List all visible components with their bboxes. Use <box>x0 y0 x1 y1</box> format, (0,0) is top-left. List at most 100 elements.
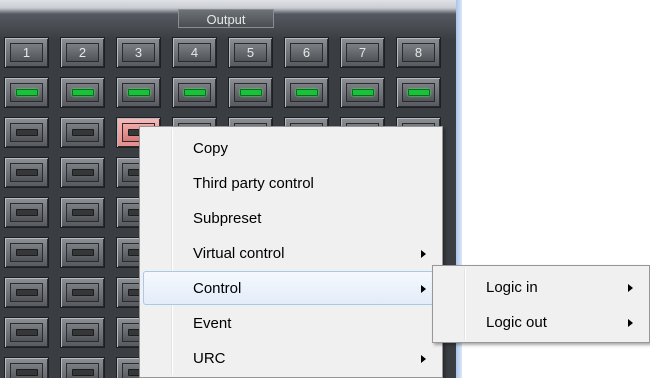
led-off-indicator <box>15 129 38 136</box>
matrix-cell[interactable] <box>60 117 105 148</box>
cell-frame <box>66 203 99 222</box>
menu-item-label: Logic in <box>486 279 538 296</box>
output-column-6-frame: 6 <box>290 43 323 62</box>
led-on-indicator <box>127 89 150 96</box>
output-column-2-button[interactable]: 2 <box>60 37 105 68</box>
led-off-indicator <box>15 289 38 296</box>
output-column-3-frame: 3 <box>122 43 155 62</box>
menu-item-logic-in[interactable]: Logic in <box>436 270 646 304</box>
matrix-cell[interactable] <box>4 237 49 268</box>
led-off-indicator <box>15 249 38 256</box>
control-submenu: Logic in Logic out <box>432 265 650 343</box>
matrix-cell[interactable] <box>4 157 49 188</box>
led-on-indicator <box>351 89 374 96</box>
matrix-cell[interactable] <box>4 197 49 228</box>
output-column-1-button[interactable]: 1 <box>4 37 49 68</box>
cell-frame <box>402 83 435 102</box>
led-off-indicator <box>71 249 94 256</box>
menu-item-label: URC <box>193 350 226 367</box>
submenu-arrow-icon <box>628 284 633 292</box>
output-status-cell[interactable] <box>284 77 329 108</box>
menu-item-label: Event <box>193 315 232 332</box>
cell-frame <box>10 163 43 182</box>
output-column-number: 3 <box>134 45 143 60</box>
output-column-number: 8 <box>414 45 423 60</box>
cell-frame <box>66 83 99 102</box>
menu-item-label: Virtual control <box>193 245 285 262</box>
menu-item-subpreset[interactable]: Subpreset <box>143 201 439 235</box>
output-status-cell[interactable] <box>4 77 49 108</box>
matrix-cell[interactable] <box>60 277 105 308</box>
output-status-cell[interactable] <box>116 77 161 108</box>
cell-frame <box>10 363 43 378</box>
matrix-cell[interactable] <box>60 157 105 188</box>
output-column-7-button[interactable]: 7 <box>340 37 385 68</box>
led-on-indicator <box>71 89 94 96</box>
menu-item-label: Subpreset <box>193 210 262 227</box>
output-column-number: 5 <box>246 45 255 60</box>
cell-frame <box>10 283 43 302</box>
output-column-8-frame: 8 <box>402 43 435 62</box>
cell-frame <box>290 83 323 102</box>
submenu-arrow-icon <box>628 319 633 327</box>
output-column-4-frame: 4 <box>178 43 211 62</box>
cell-frame <box>234 83 267 102</box>
cell-frame <box>122 83 155 102</box>
cell-frame <box>178 83 211 102</box>
cell-frame <box>10 83 43 102</box>
output-column-6-button[interactable]: 6 <box>284 37 329 68</box>
led-off-indicator <box>71 209 94 216</box>
output-column-2-frame: 2 <box>66 43 99 62</box>
output-column-3-button[interactable]: 3 <box>116 37 161 68</box>
output-column-number: 4 <box>190 45 199 60</box>
output-column-number: 2 <box>78 45 87 60</box>
output-column-8-button[interactable]: 8 <box>396 37 441 68</box>
menu-item-urc[interactable]: URC <box>143 341 439 375</box>
matrix-cell[interactable] <box>60 237 105 268</box>
matrix-cell[interactable] <box>4 317 49 348</box>
menu-item-label: Copy <box>193 140 229 157</box>
led-off-indicator <box>15 209 38 216</box>
output-column-number: 6 <box>302 45 311 60</box>
led-off-indicator <box>71 289 94 296</box>
output-status-cell[interactable] <box>340 77 385 108</box>
menu-item-control[interactable]: Control <box>143 271 439 305</box>
output-column-5-button[interactable]: 5 <box>228 37 273 68</box>
cell-frame <box>10 323 43 342</box>
cell-frame <box>346 83 379 102</box>
context-menu: Copy Third party control Subpreset Virtual … <box>139 126 443 378</box>
menu-item-copy[interactable]: Copy <box>143 131 439 165</box>
output-status-cell[interactable] <box>228 77 273 108</box>
led-off-indicator <box>71 129 94 136</box>
output-column-number: 7 <box>358 45 367 60</box>
matrix-cell[interactable] <box>4 117 49 148</box>
menu-item-label: Third party control <box>193 175 314 192</box>
matrix-cell[interactable] <box>60 357 105 378</box>
led-off-indicator <box>71 169 94 176</box>
led-on-indicator <box>15 89 38 96</box>
output-column-4-button[interactable]: 4 <box>172 37 217 68</box>
matrix-cell[interactable] <box>4 357 49 378</box>
output-column-number: 1 <box>22 45 31 60</box>
menu-item-event[interactable]: Event <box>143 306 439 340</box>
led-off-indicator <box>71 369 94 376</box>
output-status-cell[interactable] <box>60 77 105 108</box>
menu-item-logic-out[interactable]: Logic out <box>436 305 646 339</box>
led-off-indicator <box>15 369 38 376</box>
cell-frame <box>66 323 99 342</box>
output-status-cell[interactable] <box>172 77 217 108</box>
output-column-1-frame: 1 <box>10 43 43 62</box>
matrix-cell[interactable] <box>60 317 105 348</box>
output-status-cell[interactable] <box>396 77 441 108</box>
matrix-cell[interactable] <box>4 277 49 308</box>
led-off-indicator <box>15 329 38 336</box>
menu-item-third-party-control[interactable]: Third party control <box>143 166 439 200</box>
submenu-arrow-icon <box>421 285 426 293</box>
matrix-cell[interactable] <box>60 197 105 228</box>
output-column-5-frame: 5 <box>234 43 267 62</box>
cell-frame <box>10 243 43 262</box>
led-on-indicator <box>183 89 206 96</box>
led-on-indicator <box>239 89 262 96</box>
cell-frame <box>66 283 99 302</box>
menu-item-virtual-control[interactable]: Virtual control <box>143 236 439 270</box>
